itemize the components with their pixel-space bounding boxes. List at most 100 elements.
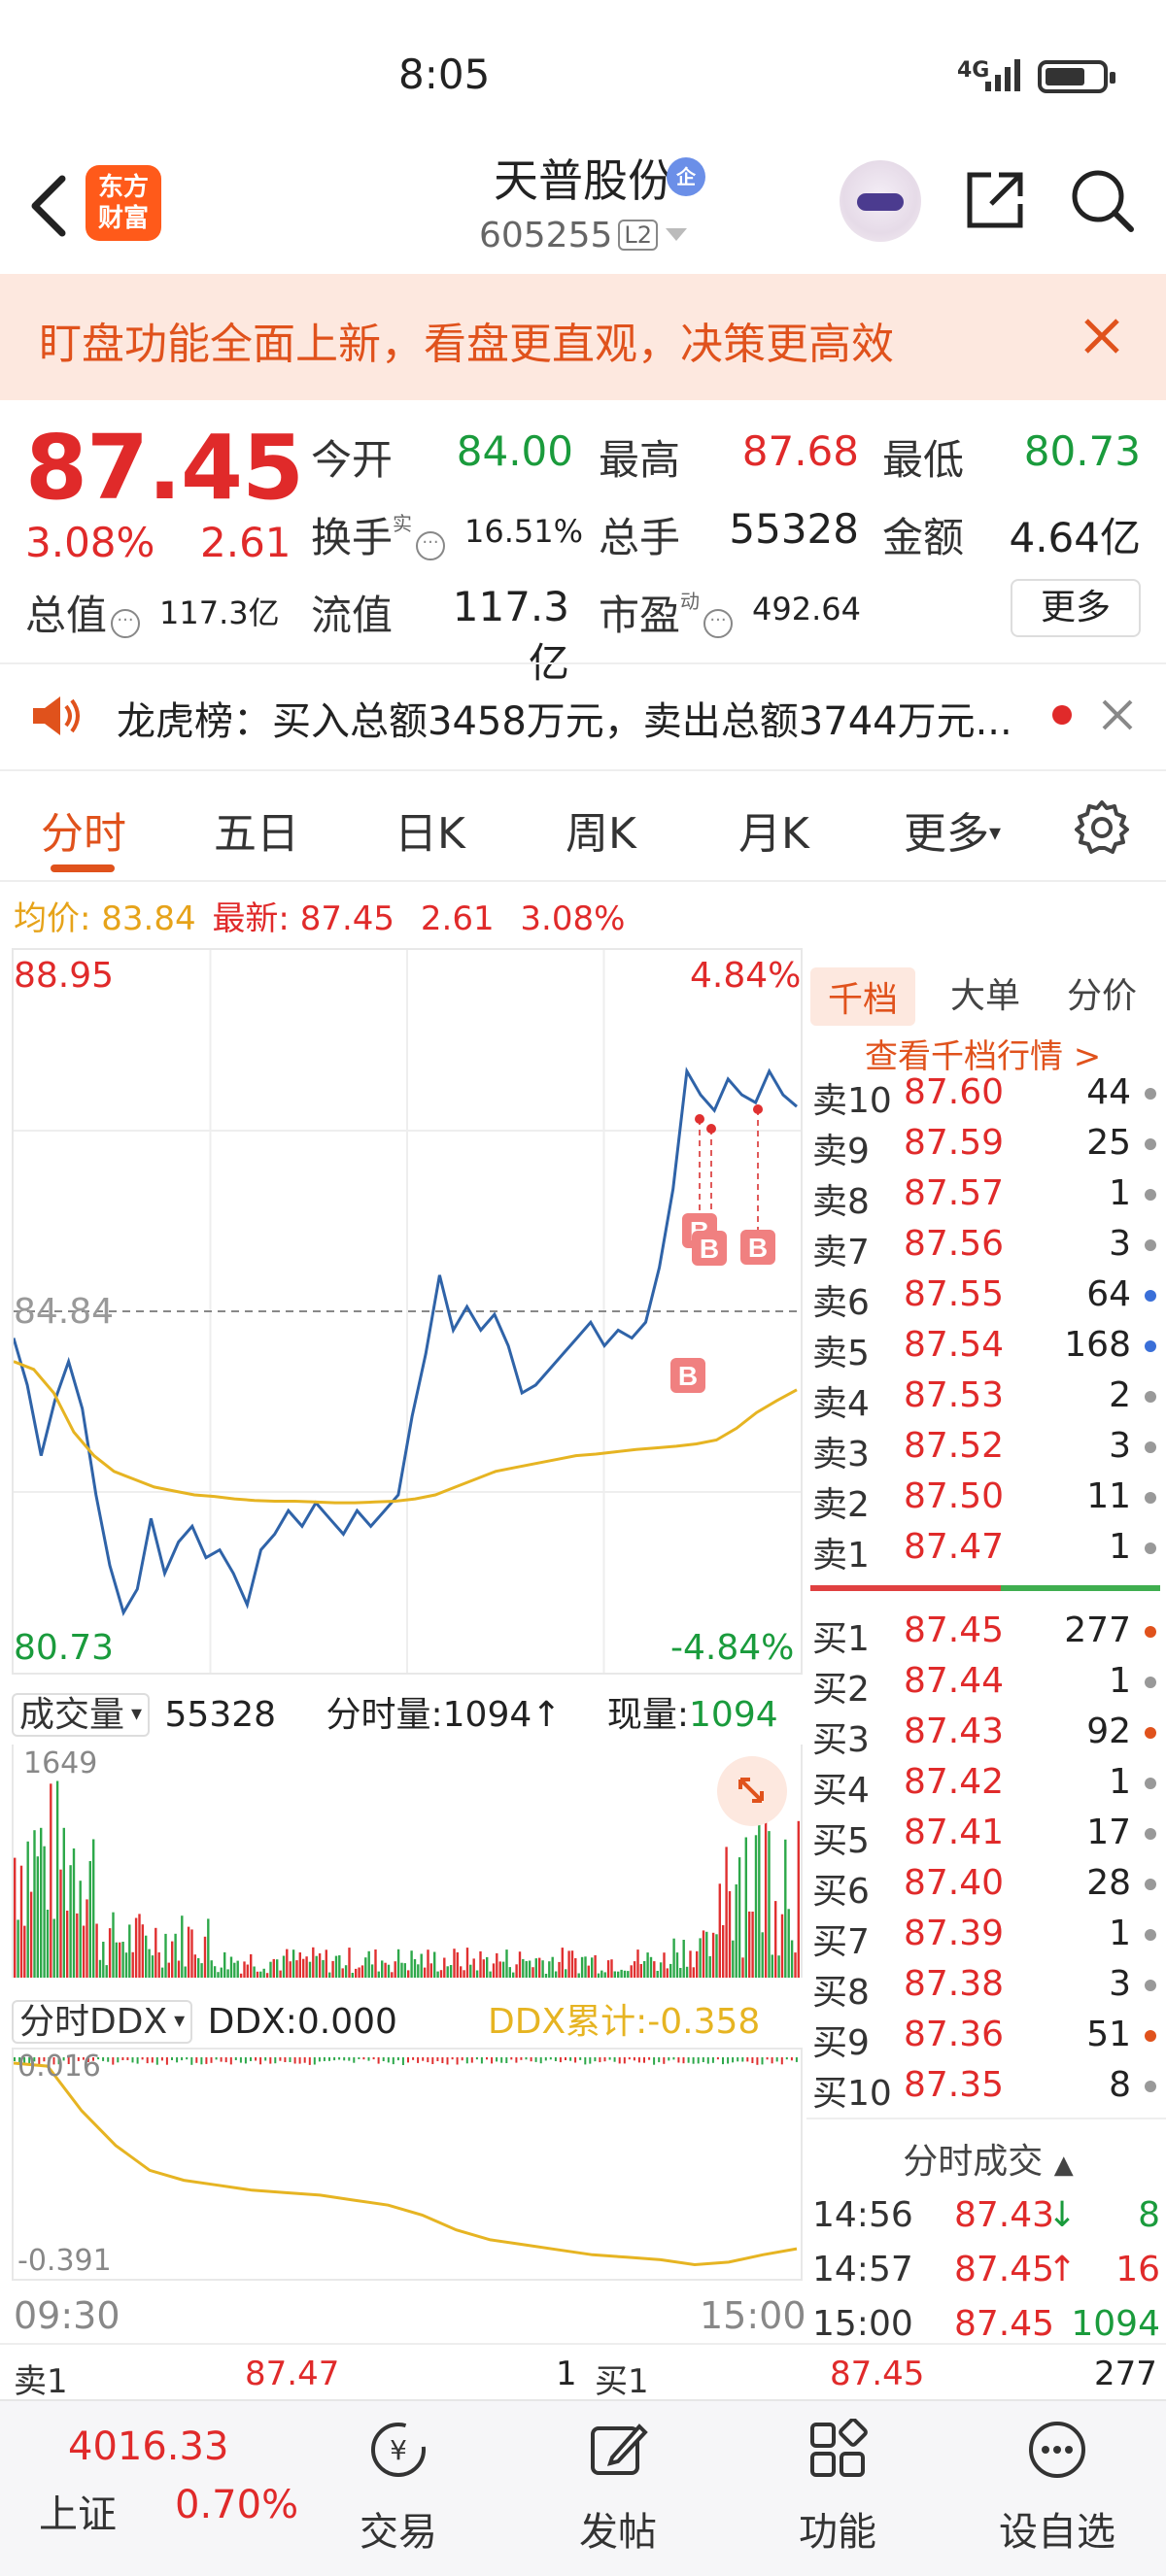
order-dot bbox=[1145, 1929, 1156, 1941]
ddx-bar bbox=[146, 2057, 149, 2064]
tab-price-distribution[interactable]: 分价 bbox=[1067, 967, 1137, 1018]
bid-row[interactable]: 买9 87.36 51 bbox=[810, 2015, 1158, 2065]
tab-weekly-k[interactable]: 周K bbox=[566, 798, 636, 861]
close-icon[interactable] bbox=[1098, 695, 1137, 734]
ask-row[interactable]: 卖1 87.47 1 bbox=[810, 1527, 1158, 1577]
bid-row[interactable]: 买10 87.35 8 bbox=[810, 2065, 1158, 2116]
order-level-label: 卖5 bbox=[812, 1334, 870, 1373]
ddx-bar bbox=[264, 2057, 267, 2061]
dragon-tiger-text[interactable]: 龙虎榜：买入总额3458万元，卖出总额3744万元... bbox=[117, 690, 1012, 746]
order-price: 87.40 bbox=[904, 1863, 1005, 1903]
volume-value: 55328 bbox=[729, 505, 859, 553]
close-icon[interactable] bbox=[1077, 311, 1127, 361]
volume-bar bbox=[187, 1926, 190, 1978]
ddx-chart[interactable] bbox=[12, 2048, 803, 2281]
search-icon[interactable] bbox=[1069, 167, 1135, 233]
ask-row[interactable]: 卖8 87.57 1 bbox=[810, 1173, 1158, 1224]
gear-icon[interactable] bbox=[1073, 798, 1131, 857]
trade-volume: 1094 bbox=[1071, 2304, 1160, 2344]
open-label: 今开 bbox=[311, 436, 394, 484]
high-value: 87.68 bbox=[741, 427, 859, 475]
ddx-bar bbox=[195, 2057, 198, 2063]
low-label: 最低 bbox=[882, 436, 965, 484]
volume-bar bbox=[443, 1957, 446, 1978]
ask-row[interactable]: 卖5 87.54 168 bbox=[810, 1325, 1158, 1375]
buy-marker-label: B bbox=[748, 1233, 768, 1263]
volume-bar bbox=[59, 1869, 62, 1978]
volume-bar bbox=[374, 1949, 377, 1978]
volume-bar bbox=[360, 1965, 364, 1978]
intraday-chart[interactable]: BBBB bbox=[12, 948, 803, 1675]
volume-bar bbox=[482, 1959, 485, 1978]
nav-add-watchlist[interactable]: 设自选 bbox=[970, 2401, 1145, 2572]
bid-row[interactable]: 买5 87.41 17 bbox=[810, 1813, 1158, 1863]
tab-five-day[interactable]: 五日 bbox=[214, 798, 299, 861]
tab-intraday[interactable]: 分时 bbox=[41, 798, 126, 861]
bid-row[interactable]: 买6 87.40 28 bbox=[810, 1863, 1158, 1914]
order-level-label: 买4 bbox=[812, 1771, 870, 1811]
volume-chart[interactable] bbox=[12, 1745, 803, 1978]
tab-big-orders[interactable]: 大单 bbox=[950, 967, 1020, 1018]
order-level-label: 卖1 bbox=[812, 1536, 870, 1576]
order-volume: 1 bbox=[1109, 1661, 1131, 1701]
more-button[interactable]: 更多 bbox=[1011, 579, 1141, 637]
volume-bar bbox=[40, 1827, 43, 1978]
ddx-bar bbox=[343, 2057, 346, 2061]
ddx-bar bbox=[697, 2057, 700, 2064]
expand-icon[interactable] bbox=[717, 1756, 787, 1826]
ddx-svg bbox=[14, 2057, 798, 2267]
volume-selector[interactable]: 成交量 ▾ bbox=[12, 1693, 151, 1737]
bid-row[interactable]: 买7 87.39 1 bbox=[810, 1914, 1158, 1964]
index-name[interactable]: 上证 bbox=[39, 2483, 117, 2539]
volume-bar bbox=[501, 1961, 505, 1978]
trades-title[interactable]: 分时成交 ▲ bbox=[810, 2133, 1166, 2184]
bid-row[interactable]: 买3 87.43 92 bbox=[810, 1712, 1158, 1762]
ask-row[interactable]: 卖6 87.55 64 bbox=[810, 1274, 1158, 1325]
nav-functions[interactable]: 功能 bbox=[750, 2401, 925, 2572]
ddx-bar bbox=[510, 2057, 513, 2060]
volume-bar bbox=[23, 1925, 26, 1978]
volume-bar bbox=[403, 1963, 406, 1978]
bid-row[interactable]: 买2 87.44 1 bbox=[810, 1661, 1158, 1712]
ddx-bar bbox=[289, 2057, 292, 2062]
amount-value: 4.64亿 bbox=[1009, 514, 1141, 561]
tab-thousand-level[interactable]: 千档 bbox=[810, 967, 916, 1026]
volume-bar bbox=[780, 1914, 784, 1978]
nav-post[interactable]: 发帖 bbox=[531, 2401, 705, 2572]
ddx-bar bbox=[367, 2057, 370, 2061]
ask-row[interactable]: 卖4 87.53 2 bbox=[810, 1375, 1158, 1426]
volume-bar bbox=[577, 1973, 580, 1978]
bid-row[interactable]: 买8 87.38 3 bbox=[810, 1964, 1158, 2015]
ddx-selector[interactable]: 分时DDX ▾ bbox=[12, 2000, 193, 2044]
view-thousand-level-link[interactable]: 查看千档行情 > bbox=[865, 1030, 1101, 1077]
ddx-header: 分时DDX ▾ DDX:0.000 bbox=[12, 1993, 397, 2044]
assistant-robot-icon[interactable] bbox=[840, 160, 921, 242]
order-dot bbox=[1145, 1677, 1156, 1688]
share-icon[interactable] bbox=[962, 167, 1028, 233]
index-value[interactable]: 4016.33 bbox=[68, 2424, 228, 2469]
ddx-bar bbox=[456, 2057, 459, 2065]
bid-row[interactable]: 买4 87.42 1 bbox=[810, 1762, 1158, 1813]
bid-row[interactable]: 买1 87.45 277 bbox=[810, 1610, 1158, 1661]
mktcap-label: 总值 ··· bbox=[25, 583, 144, 642]
tab-more[interactable]: 更多▾ bbox=[904, 798, 1001, 861]
order-price: 87.47 bbox=[904, 1527, 1005, 1567]
volume-bar bbox=[761, 1932, 764, 1978]
volume-bar bbox=[119, 1942, 121, 1978]
mktcap-value: 117.3亿 bbox=[159, 594, 280, 631]
volume-bar bbox=[167, 1962, 170, 1978]
volume-bar bbox=[496, 1952, 498, 1978]
ask-row[interactable]: 卖3 87.52 3 bbox=[810, 1426, 1158, 1476]
tab-daily-k[interactable]: 日K bbox=[394, 798, 465, 861]
index-percent[interactable]: 0.70% bbox=[175, 2483, 298, 2527]
volume-bar bbox=[472, 1958, 475, 1978]
tab-monthly-k[interactable]: 月K bbox=[738, 798, 809, 861]
ask-row[interactable]: 卖10 87.60 44 bbox=[810, 1072, 1158, 1123]
ask-row[interactable]: 卖7 87.56 3 bbox=[810, 1224, 1158, 1274]
nav-trade[interactable]: ¥ 交易 bbox=[311, 2401, 486, 2572]
ask-row[interactable]: 卖9 87.59 25 bbox=[810, 1123, 1158, 1173]
volume-bar bbox=[439, 1970, 443, 1978]
volume-bar bbox=[777, 1955, 780, 1978]
volume-bar bbox=[46, 1910, 50, 1978]
ask-row[interactable]: 卖2 87.50 11 bbox=[810, 1476, 1158, 1527]
